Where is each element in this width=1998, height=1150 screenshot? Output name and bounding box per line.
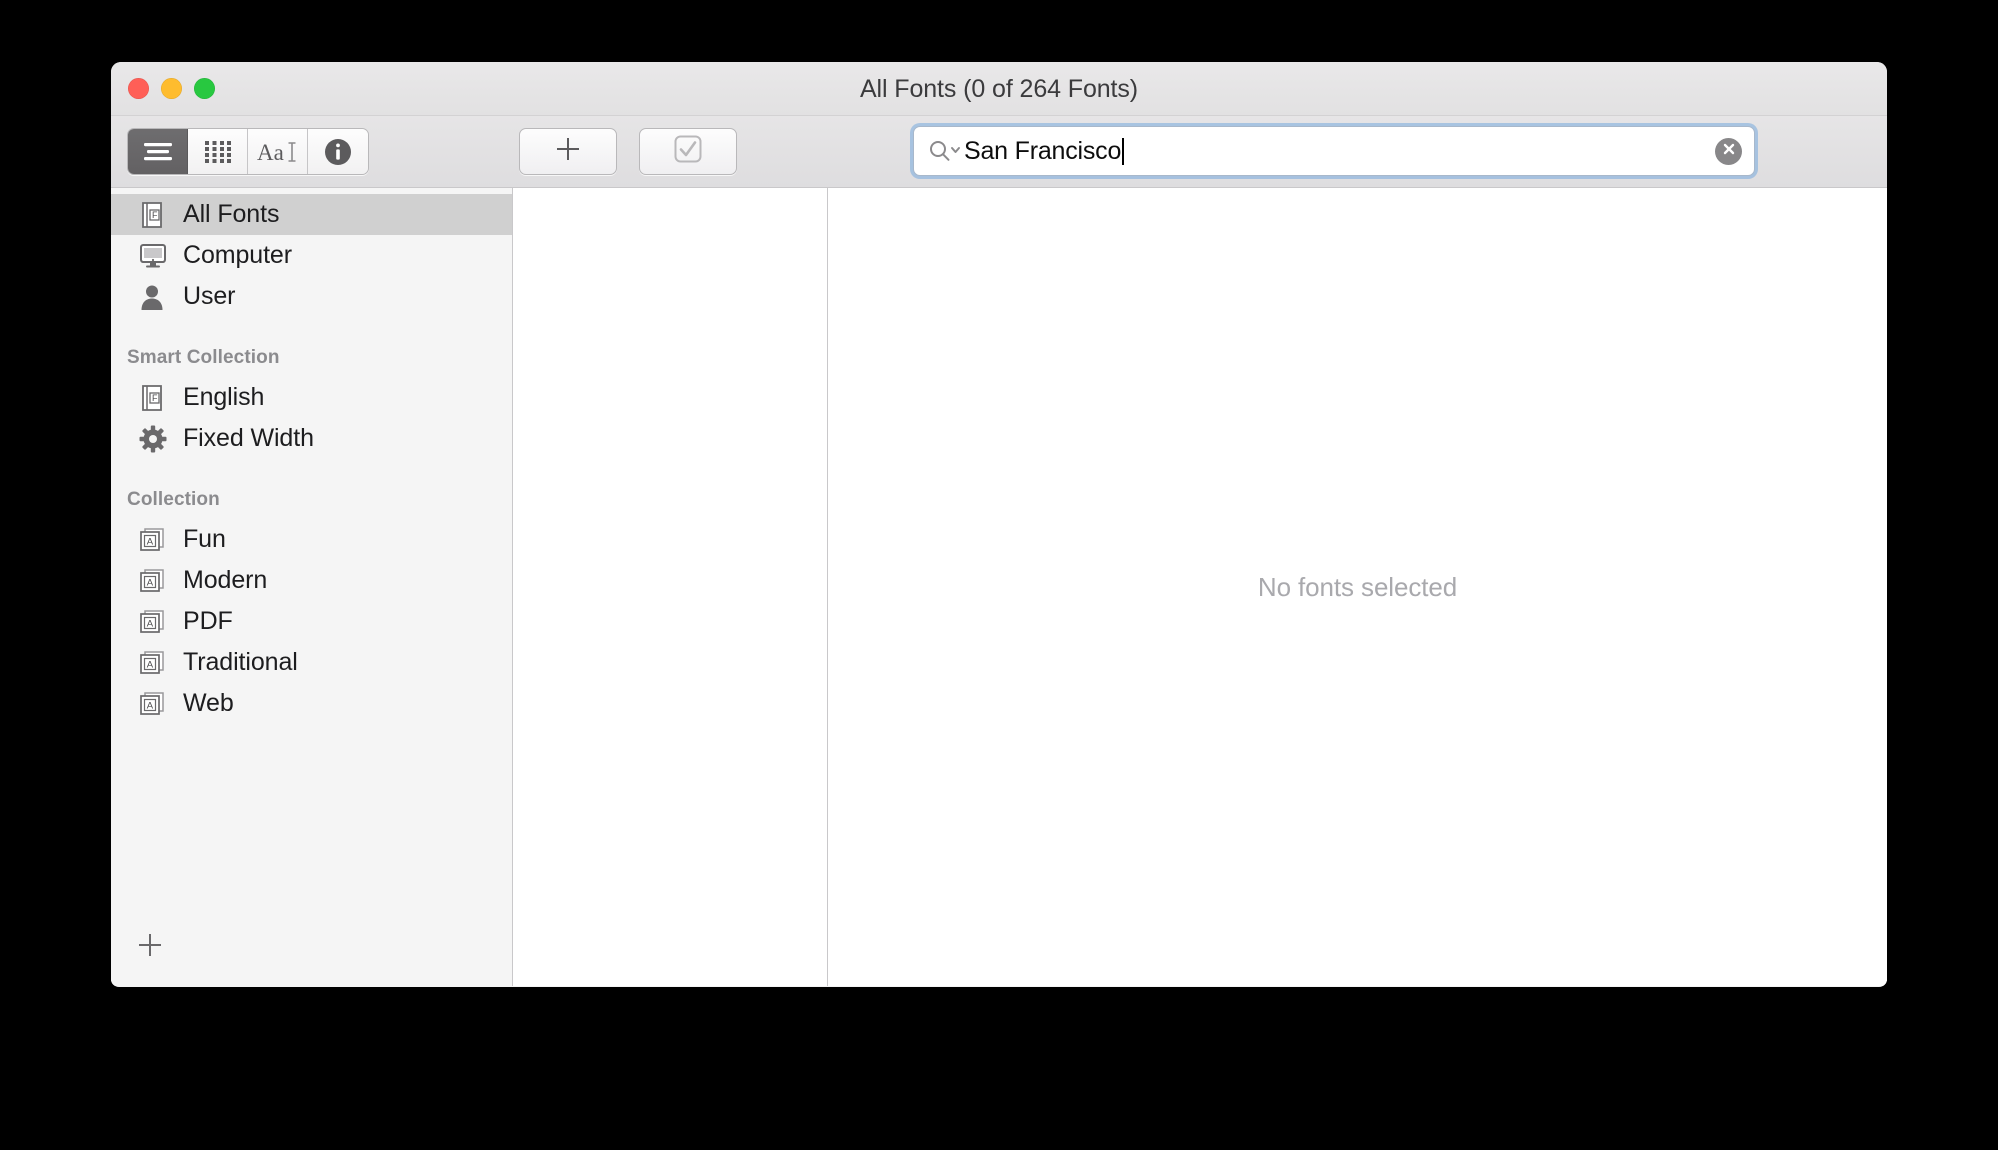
plus-icon — [137, 932, 163, 963]
sidebar-item-computer[interactable]: Computer — [111, 235, 512, 276]
search-magnifier-icon[interactable] — [928, 138, 962, 164]
add-font-button[interactable] — [519, 128, 617, 175]
sidebar-item-label: All Fonts — [183, 200, 280, 228]
list-view-icon — [143, 142, 172, 162]
toolbar: Aa San Francisco — [111, 116, 1887, 188]
font-preview-pane: No fonts selected — [828, 188, 1887, 986]
plus-icon — [555, 136, 581, 167]
svg-text:A: A — [147, 536, 154, 547]
font-book-icon: F — [139, 384, 173, 412]
collection-icon: A — [139, 609, 173, 635]
svg-text:F: F — [152, 210, 158, 220]
svg-text:F: F — [152, 393, 158, 403]
font-sample-button[interactable]: Aa — [248, 129, 308, 174]
sidebar-item-english[interactable]: F English — [111, 377, 512, 418]
sidebar-item-label: Fun — [183, 525, 226, 553]
svg-text:A: A — [147, 618, 154, 629]
sidebar-item-label: Modern — [183, 566, 268, 594]
window-body: F All Fonts Computer User Smart Collecti… — [111, 188, 1887, 986]
checkbox-check-icon — [673, 134, 703, 169]
preview-empty-message: No fonts selected — [1257, 571, 1458, 602]
sidebar-item-modern[interactable]: A Modern — [111, 560, 512, 601]
sidebar-section-header-smart-collection: Smart Collection — [127, 347, 280, 368]
validate-font-button[interactable] — [639, 128, 737, 175]
svg-text:A: A — [147, 577, 154, 588]
view-mode-segmented-control: Aa — [127, 128, 369, 175]
sidebar-item-user[interactable]: User — [111, 276, 512, 317]
sidebar: F All Fonts Computer User Smart Collecti… — [111, 188, 513, 986]
search-input-value: San Francisco — [964, 137, 1122, 165]
collection-icon: A — [139, 527, 173, 553]
clear-circle-x-icon — [1721, 141, 1737, 162]
info-button[interactable] — [308, 129, 368, 174]
svg-text:A: A — [147, 659, 154, 670]
gear-icon — [139, 425, 173, 453]
collection-icon: A — [139, 691, 173, 717]
grid-view-button[interactable] — [188, 129, 248, 174]
sidebar-item-label: PDF — [183, 607, 233, 635]
collection-icon: A — [139, 650, 173, 676]
sidebar-item-label: English — [183, 383, 265, 411]
sidebar-item-label: Traditional — [183, 648, 298, 676]
sidebar-item-fun[interactable]: A Fun — [111, 519, 512, 560]
sidebar-item-all-fonts[interactable]: F All Fonts — [111, 194, 512, 235]
user-person-icon — [139, 283, 173, 311]
svg-text:Aa: Aa — [257, 140, 284, 165]
sidebar-item-pdf[interactable]: A PDF — [111, 601, 512, 642]
font-book-window: All Fonts (0 of 264 Fonts) Aa San Franci… — [111, 62, 1887, 987]
font-sample-icon: Aa — [257, 139, 299, 165]
info-icon — [324, 138, 352, 166]
computer-display-icon — [139, 243, 173, 269]
sidebar-item-label: User — [183, 282, 236, 310]
search-input[interactable]: San Francisco — [964, 137, 1715, 165]
sidebar-item-traditional[interactable]: A Traditional — [111, 642, 512, 683]
text-cursor — [1122, 137, 1125, 165]
sidebar-item-web[interactable]: A Web — [111, 683, 512, 724]
list-view-button[interactable] — [128, 129, 188, 174]
sidebar-item-fixed-width[interactable]: Fixed Width — [111, 418, 512, 459]
sidebar-section-header-collection: Collection — [127, 489, 220, 510]
clear-search-button[interactable] — [1715, 137, 1742, 165]
search-field[interactable]: San Francisco — [913, 126, 1755, 176]
add-collection-button[interactable] — [133, 930, 167, 964]
collection-icon: A — [139, 568, 173, 594]
sidebar-item-label: Computer — [183, 241, 292, 269]
grid-view-icon — [204, 140, 231, 163]
svg-text:A: A — [147, 700, 154, 711]
window-titlebar: All Fonts (0 of 264 Fonts) — [111, 62, 1887, 116]
sidebar-item-label: Fixed Width — [183, 424, 314, 452]
window-title: All Fonts (0 of 264 Fonts) — [859, 75, 1139, 103]
font-list-column[interactable] — [513, 188, 828, 986]
sidebar-item-label: Web — [183, 689, 234, 717]
desktop-background: All Fonts (0 of 264 Fonts) Aa San Franci… — [0, 0, 1998, 1150]
font-book-icon: F — [139, 201, 173, 229]
